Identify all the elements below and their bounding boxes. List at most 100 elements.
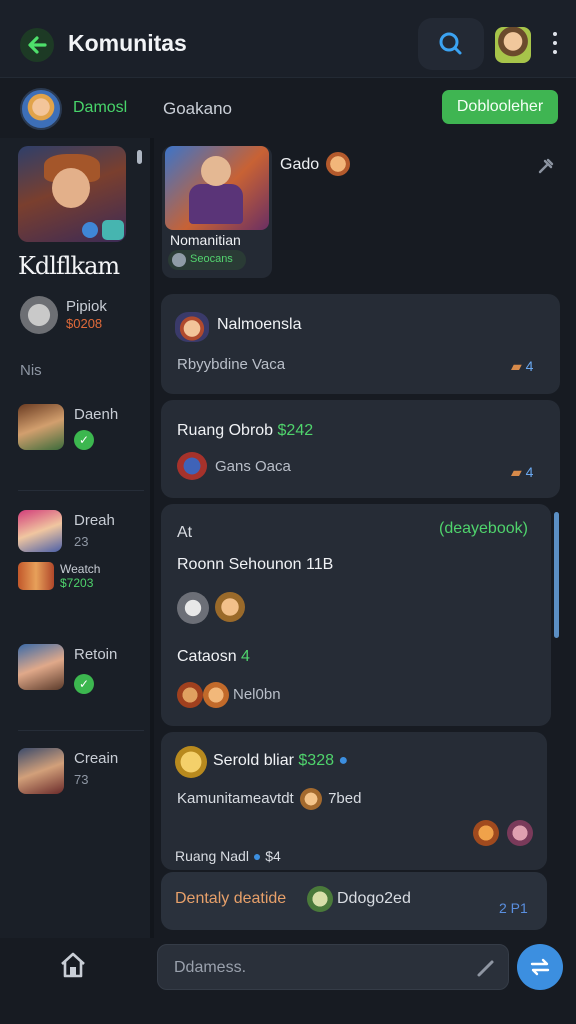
- profile-avatar[interactable]: [495, 27, 531, 63]
- sidebar-item-label: Weatch: [60, 562, 101, 576]
- featured-card[interactable]: Nomanitian Seocans: [162, 146, 272, 278]
- coin-icon: [326, 152, 350, 176]
- verified-icon: ●: [252, 848, 262, 864]
- card-tag[interactable]: (deayebook): [439, 520, 528, 538]
- avatar: [177, 592, 209, 624]
- send-icon: [530, 958, 550, 976]
- sidebar-item[interactable]: Weatch $7203: [18, 562, 142, 592]
- avatar: [307, 886, 333, 912]
- hero-image[interactable]: [18, 146, 126, 242]
- card-label: At: [177, 524, 193, 541]
- avatar: [215, 592, 245, 622]
- divider: [150, 138, 154, 938]
- sidebar-item-label: Creain: [74, 750, 119, 767]
- sidebar-item[interactable]: Pipiok $0208: [18, 296, 142, 346]
- featured-image: [165, 146, 269, 230]
- card-line: Cataosn 4: [177, 648, 250, 665]
- sidebar-item-value: 73: [74, 772, 89, 787]
- community-card[interactable]: Nalmoensla Rbyybdine Vaca ▰ 4: [161, 294, 560, 394]
- sidebar-item[interactable]: Retoin ✓: [18, 644, 142, 694]
- coin-icon: [172, 253, 186, 267]
- avatar: [175, 746, 207, 778]
- community-card[interactable]: At (deayebook) Roonn Sehounon 11B Cataos…: [161, 504, 551, 726]
- message-input-container[interactable]: [157, 944, 509, 990]
- sidebar-item-label: Dreah: [74, 512, 115, 529]
- verified-icon: ●: [338, 752, 349, 769]
- featured-badge-label: Seocans: [190, 253, 233, 265]
- check-icon: ✓: [74, 430, 94, 450]
- avatar: [18, 644, 64, 690]
- avatar: [175, 312, 209, 342]
- community-card[interactable]: Dentaly deatide Ddogo2ed 2 P1: [161, 872, 547, 930]
- sidebar-item-label: Daenh: [74, 406, 119, 423]
- pen-icon[interactable]: [476, 958, 496, 978]
- message-input[interactable]: [174, 957, 464, 979]
- content-scrollbar[interactable]: [554, 512, 559, 638]
- avatar: [18, 404, 64, 450]
- avatar: [177, 682, 203, 708]
- card-title: Dentaly deatide: [175, 890, 287, 907]
- more-vertical-icon[interactable]: [547, 32, 563, 58]
- sidebar-scrollbar[interactable]: [137, 150, 142, 164]
- card-title: Nalmoensla: [217, 316, 302, 333]
- community-card[interactable]: Serold bliar $328 ● Kamunitameavtdt 7bed…: [161, 732, 547, 870]
- avatar: [18, 510, 62, 552]
- divider: [18, 730, 144, 731]
- search-button[interactable]: [418, 18, 484, 70]
- user-name[interactable]: Damosl: [73, 99, 127, 117]
- badge-icon: [82, 222, 98, 238]
- card-subtitle: Gans Oaca: [215, 458, 291, 475]
- community-subheader: Damosl Goakano Doblooleher: [0, 80, 576, 138]
- sidebar-item-value: 23: [74, 534, 89, 549]
- divider: [18, 490, 144, 491]
- primary-action-button[interactable]: Doblooleher: [442, 90, 558, 124]
- avatar: [177, 452, 207, 480]
- sidebar-item-value: $7203: [60, 576, 94, 590]
- avatar: [507, 820, 533, 846]
- sidebar-item[interactable]: Dreah 23: [18, 510, 142, 560]
- card-line: Kamunitameavtdt 7bed: [177, 788, 361, 810]
- reaction-count[interactable]: ▰ 4: [511, 358, 533, 375]
- avatar: [18, 748, 64, 794]
- avatar: [299, 788, 322, 810]
- search-icon: [439, 32, 462, 55]
- reaction-count[interactable]: 2 P1: [499, 900, 528, 916]
- user-avatar[interactable]: [20, 88, 62, 130]
- featured-name: Gado: [280, 156, 320, 173]
- card-subtitle: Ddogo2ed: [337, 890, 411, 907]
- badge-icon: [102, 220, 124, 240]
- app-header: Komunitas: [0, 0, 576, 78]
- card-subtitle: Nel0bn: [233, 686, 281, 703]
- back-button[interactable]: [20, 28, 54, 62]
- check-icon: ✓: [74, 674, 94, 694]
- avatar: [20, 296, 58, 334]
- hero-name: Kdlflkam: [18, 252, 120, 280]
- featured-badge: Seocans: [168, 250, 246, 270]
- avatar: [203, 682, 229, 708]
- reaction-count[interactable]: ▰ 4: [511, 464, 533, 481]
- page-title: Komunitas: [68, 30, 187, 56]
- avatar: [18, 562, 54, 590]
- sidebar-item[interactable]: Creain 73: [18, 748, 142, 798]
- card-title: Ruang Obrob $242: [177, 422, 314, 439]
- sidebar-item[interactable]: Daenh ✓: [18, 404, 142, 454]
- home-icon[interactable]: [58, 950, 88, 980]
- sidebar-item-value: $0208: [66, 316, 103, 331]
- card-title: Roonn Sehounon 11B: [177, 556, 334, 573]
- bandage-icon: ▰: [511, 358, 522, 374]
- sidebar-section-label: Nis: [20, 362, 42, 379]
- sidebar-item-label: Pipiok: [66, 298, 107, 315]
- subheader-label[interactable]: Goakano: [163, 99, 232, 119]
- card-footer: Ruang Nadl ● $4: [175, 848, 281, 864]
- sidebar-item-label: Retoin: [74, 646, 118, 663]
- sidebar: Kdlflkam Pipiok $0208 Nis Daenh ✓ Dreah …: [0, 138, 150, 938]
- back-arrow-icon: [28, 36, 47, 54]
- avatar: [473, 820, 499, 846]
- card-subtitle: Rbyybdine Vaca: [177, 356, 286, 373]
- card-title: Serold bliar $328 ●: [213, 752, 349, 769]
- send-button[interactable]: [517, 944, 563, 990]
- bandage-icon: ▰: [511, 464, 522, 480]
- featured-title: Nomanitian: [170, 232, 241, 248]
- pin-icon[interactable]: [536, 156, 556, 176]
- community-card[interactable]: Ruang Obrob $242 Gans Oaca ▰ 4: [161, 400, 560, 498]
